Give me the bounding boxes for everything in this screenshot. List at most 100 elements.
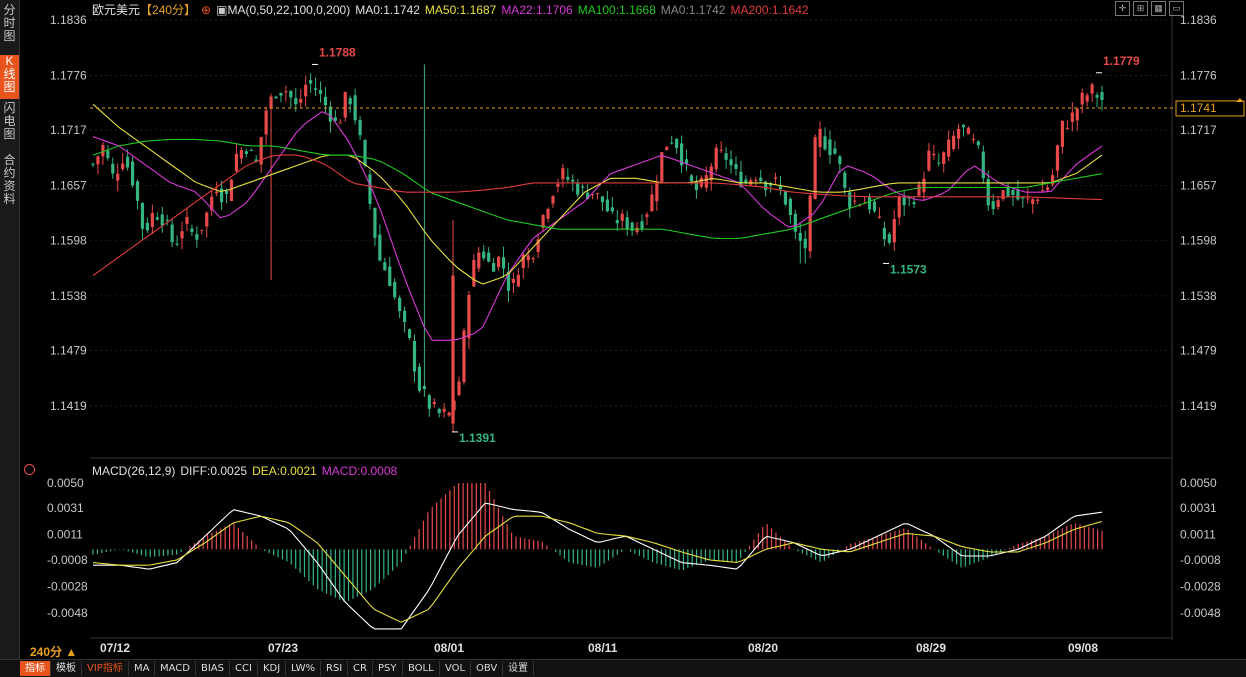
candle-body bbox=[140, 203, 145, 229]
candle-body bbox=[121, 163, 125, 169]
left-price-tick: 1.1717 bbox=[50, 123, 87, 137]
indicator-tab-11[interactable]: PSY bbox=[373, 661, 403, 676]
add-icon[interactable]: ⊕ bbox=[201, 3, 211, 17]
candle-body bbox=[887, 234, 891, 243]
candle-body bbox=[477, 252, 481, 269]
candle-body bbox=[1026, 198, 1030, 200]
candle-body bbox=[581, 186, 585, 188]
grid-icon[interactable]: ▦ bbox=[1151, 1, 1166, 16]
side-tab-3[interactable]: 合约资料 bbox=[0, 154, 19, 214]
left-macd-tick: -0.0008 bbox=[47, 553, 88, 567]
candle-body bbox=[773, 177, 778, 179]
indicator-tab-5[interactable]: BIAS bbox=[196, 661, 230, 676]
candle-body bbox=[566, 176, 570, 180]
candle-body bbox=[1085, 95, 1089, 102]
candle-body bbox=[551, 196, 555, 204]
candle-body bbox=[640, 221, 644, 230]
candle-body bbox=[813, 137, 817, 199]
indicator-tab-13[interactable]: VOL bbox=[440, 661, 472, 676]
indicator-tab-9[interactable]: RSI bbox=[321, 661, 349, 676]
candle-body bbox=[1036, 199, 1040, 201]
candle-body bbox=[328, 106, 333, 122]
indicator-tab-2[interactable]: VIP指标 bbox=[82, 661, 129, 676]
time-label: 07/12 bbox=[100, 641, 130, 655]
right-macd-tick: -0.0048 bbox=[1180, 606, 1221, 620]
indicator-tab-4[interactable]: MACD bbox=[155, 661, 196, 676]
indicator-tab-10[interactable]: CR bbox=[348, 661, 373, 676]
indicator-tab-bar: 指标 模板 VIP指标 MA MACD BIAS CCI KDJ LW% RSI CR PSY BOLL… bbox=[0, 659, 1246, 677]
ma50-value: MA50:1.1687 bbox=[424, 3, 497, 17]
candle-body bbox=[947, 139, 951, 157]
left-macd-tick: 0.0031 bbox=[47, 501, 84, 515]
legend-square-icon[interactable]: ▣ bbox=[216, 3, 227, 17]
candle-body bbox=[625, 217, 629, 230]
candle-body bbox=[155, 217, 159, 220]
left-price-tick: 1.1419 bbox=[50, 399, 87, 413]
window-icon[interactable]: ▭ bbox=[1169, 1, 1184, 16]
indicator-tab-14[interactable]: OBV bbox=[471, 661, 504, 676]
candle-body bbox=[323, 96, 328, 106]
candle-body bbox=[665, 146, 669, 151]
candle-body bbox=[961, 124, 966, 128]
candle-body bbox=[101, 144, 105, 157]
candle-body bbox=[1055, 145, 1060, 171]
candle-body bbox=[195, 233, 199, 240]
candle-body bbox=[116, 173, 120, 181]
indicator-target-icon[interactable] bbox=[24, 464, 35, 475]
candle-body bbox=[457, 381, 461, 396]
expand-icon[interactable]: ⊞ bbox=[1133, 1, 1148, 16]
left-price-tick: 1.1657 bbox=[50, 179, 87, 193]
candle-body bbox=[482, 251, 486, 259]
candle-body bbox=[427, 395, 431, 409]
left-macd-tick: -0.0028 bbox=[47, 579, 88, 593]
period-selector[interactable]: 240分 ▲ bbox=[30, 643, 77, 660]
time-label: 08/20 bbox=[748, 641, 778, 655]
candle-body bbox=[952, 135, 956, 149]
side-tab-0[interactable]: 分时图 bbox=[0, 4, 19, 52]
candle-body bbox=[496, 256, 501, 268]
side-tab-2[interactable]: 闪电图 bbox=[0, 102, 19, 152]
candle-body bbox=[135, 181, 140, 201]
indicator-tab-3[interactable]: MA bbox=[129, 661, 156, 676]
candle-body bbox=[917, 184, 921, 196]
chart-canvas[interactable]: 1.1836 1.1836 1.1776 1.1776 1.1717 1.1717 1.16… bbox=[0, 0, 1246, 660]
indicator-tab-0[interactable]: 指标 bbox=[20, 661, 51, 676]
candle-body bbox=[244, 151, 248, 154]
candle-body bbox=[309, 80, 313, 84]
candle-body bbox=[922, 178, 926, 193]
time-label: 08/11 bbox=[588, 641, 618, 655]
extreme-label: 1.1573 bbox=[890, 262, 927, 276]
candle-body bbox=[610, 207, 614, 212]
crosshair-icon[interactable]: ✛ bbox=[1115, 1, 1130, 16]
candle-body bbox=[759, 177, 763, 182]
candle-body bbox=[729, 159, 733, 166]
candle-body bbox=[407, 329, 412, 338]
indicator-tab-6[interactable]: CCI bbox=[230, 661, 258, 676]
side-tab-1[interactable]: K线图 bbox=[0, 55, 19, 99]
candle-body bbox=[783, 191, 788, 205]
candle-body bbox=[249, 150, 253, 152]
candle-body bbox=[343, 91, 347, 118]
indicator-tab-7[interactable]: KDJ bbox=[258, 661, 287, 676]
candle-body bbox=[447, 412, 451, 416]
candle-body bbox=[229, 179, 234, 201]
candle-body bbox=[902, 197, 906, 206]
period-tag[interactable]: 【240分】 bbox=[140, 3, 196, 17]
candle-body bbox=[803, 238, 807, 249]
right-price-tick: 1.1479 bbox=[1180, 343, 1217, 357]
ma100-value: MA100:1.1668 bbox=[577, 3, 656, 17]
right-macd-tick: 0.0031 bbox=[1180, 501, 1217, 515]
candle-body bbox=[1100, 92, 1104, 100]
candle-body bbox=[719, 149, 723, 151]
indicator-tab-12[interactable]: BOLL bbox=[403, 661, 440, 676]
indicator-tab-1[interactable]: 模板 bbox=[51, 661, 82, 676]
right-price-tick: 1.1717 bbox=[1180, 123, 1217, 137]
candle-body bbox=[595, 193, 600, 195]
candle-body bbox=[279, 92, 283, 96]
candle-body bbox=[1001, 190, 1005, 200]
candle-body bbox=[734, 164, 738, 169]
indicator-tab-8[interactable]: LW% bbox=[286, 661, 322, 676]
candle-body bbox=[932, 153, 936, 156]
candle-body bbox=[788, 198, 792, 215]
indicator-tab-15[interactable]: 设置 bbox=[503, 661, 534, 676]
